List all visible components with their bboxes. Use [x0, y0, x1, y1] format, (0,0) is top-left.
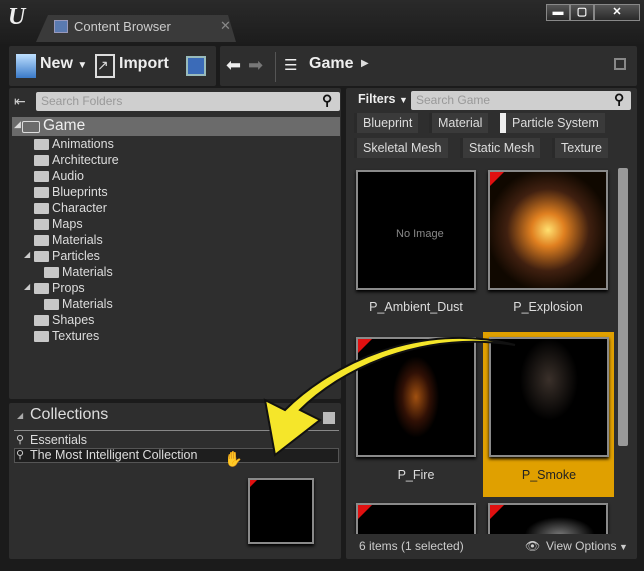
- arrow-icon: [263, 336, 516, 457]
- drag-arrow-overlay: [263, 336, 516, 457]
